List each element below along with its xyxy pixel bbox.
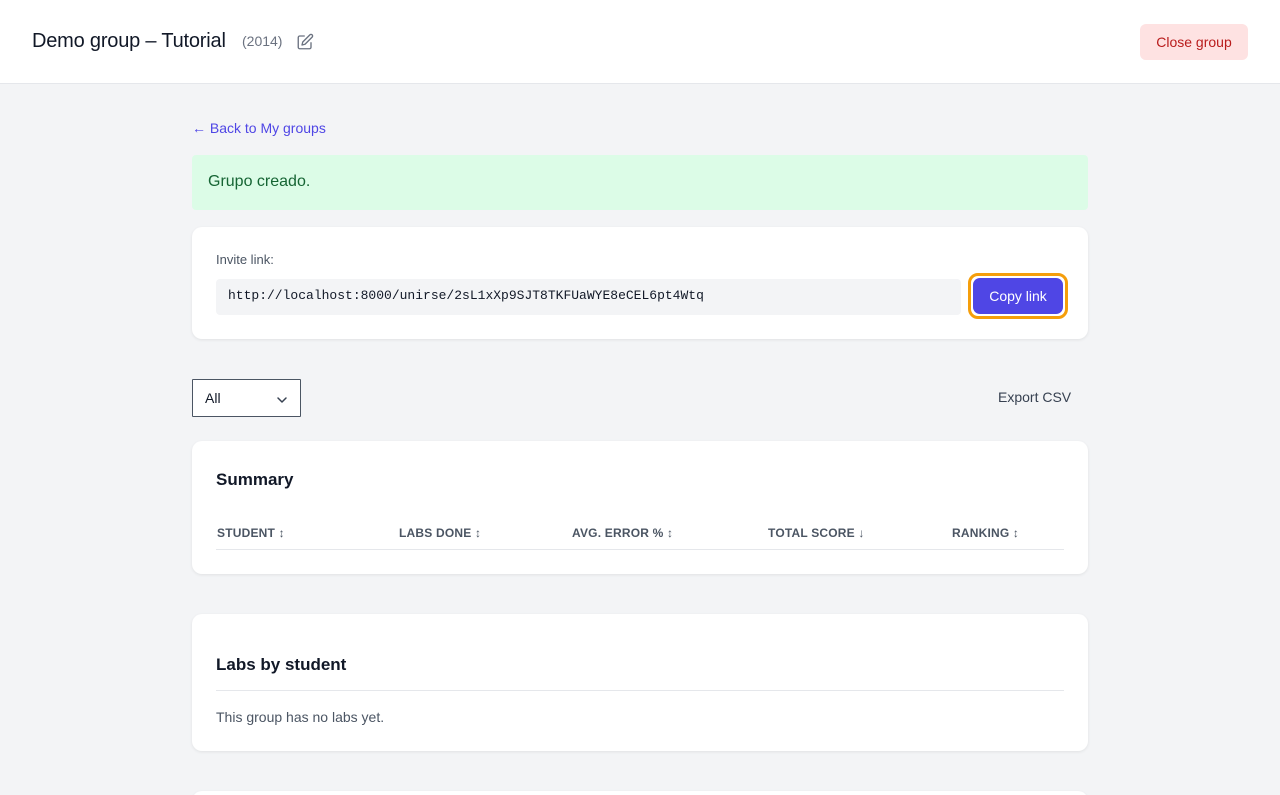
labs-card: Labs by student This group has no labs y…: [192, 614, 1088, 751]
copy-link-button[interactable]: Copy link: [968, 273, 1068, 319]
top-bar: Demo group – Tutorial (2014) Close group: [0, 0, 1280, 84]
labs-divider: [216, 690, 1064, 691]
filter-selected-value: All: [205, 390, 221, 406]
summary-card: Summary STUDENT ↕ LABS DONE ↕ AVG. ERROR…: [192, 441, 1088, 574]
summary-title: Summary: [216, 470, 294, 489]
success-alert: Grupo creado.: [192, 155, 1088, 210]
edit-icon[interactable]: [296, 33, 314, 51]
alert-message: Grupo creado.: [208, 173, 311, 190]
copy-link-label: Copy link: [973, 278, 1063, 314]
column-header-student[interactable]: STUDENT ↕: [217, 526, 285, 540]
invite-label: Invite link:: [216, 252, 274, 267]
invite-card: Invite link: http://localhost:8000/unirs…: [192, 227, 1088, 339]
chevron-down-icon: [276, 393, 288, 405]
export-csv-button[interactable]: Export CSV: [998, 389, 1071, 405]
close-group-button[interactable]: Close group: [1140, 24, 1248, 60]
next-card: [192, 791, 1088, 795]
invite-link-field[interactable]: http://localhost:8000/unirse/2sL1xXp9SJT…: [216, 279, 961, 315]
page-title: Demo group – Tutorial: [32, 30, 226, 52]
labs-empty-message: This group has no labs yet.: [216, 709, 385, 725]
column-header-avg-error[interactable]: AVG. ERROR % ↕: [572, 526, 673, 540]
filter-select[interactable]: All: [192, 379, 301, 417]
labs-title: Labs by student: [216, 655, 347, 674]
column-header-labs-done[interactable]: LABS DONE ↕: [399, 526, 481, 540]
group-year: (2014): [242, 33, 283, 49]
column-header-ranking[interactable]: RANKING ↕: [952, 526, 1019, 540]
column-header-total-score[interactable]: TOTAL SCORE ↓: [768, 526, 865, 540]
back-to-groups-link[interactable]: ← Back to My groups: [192, 120, 326, 136]
table-header-divider: [216, 549, 1064, 550]
